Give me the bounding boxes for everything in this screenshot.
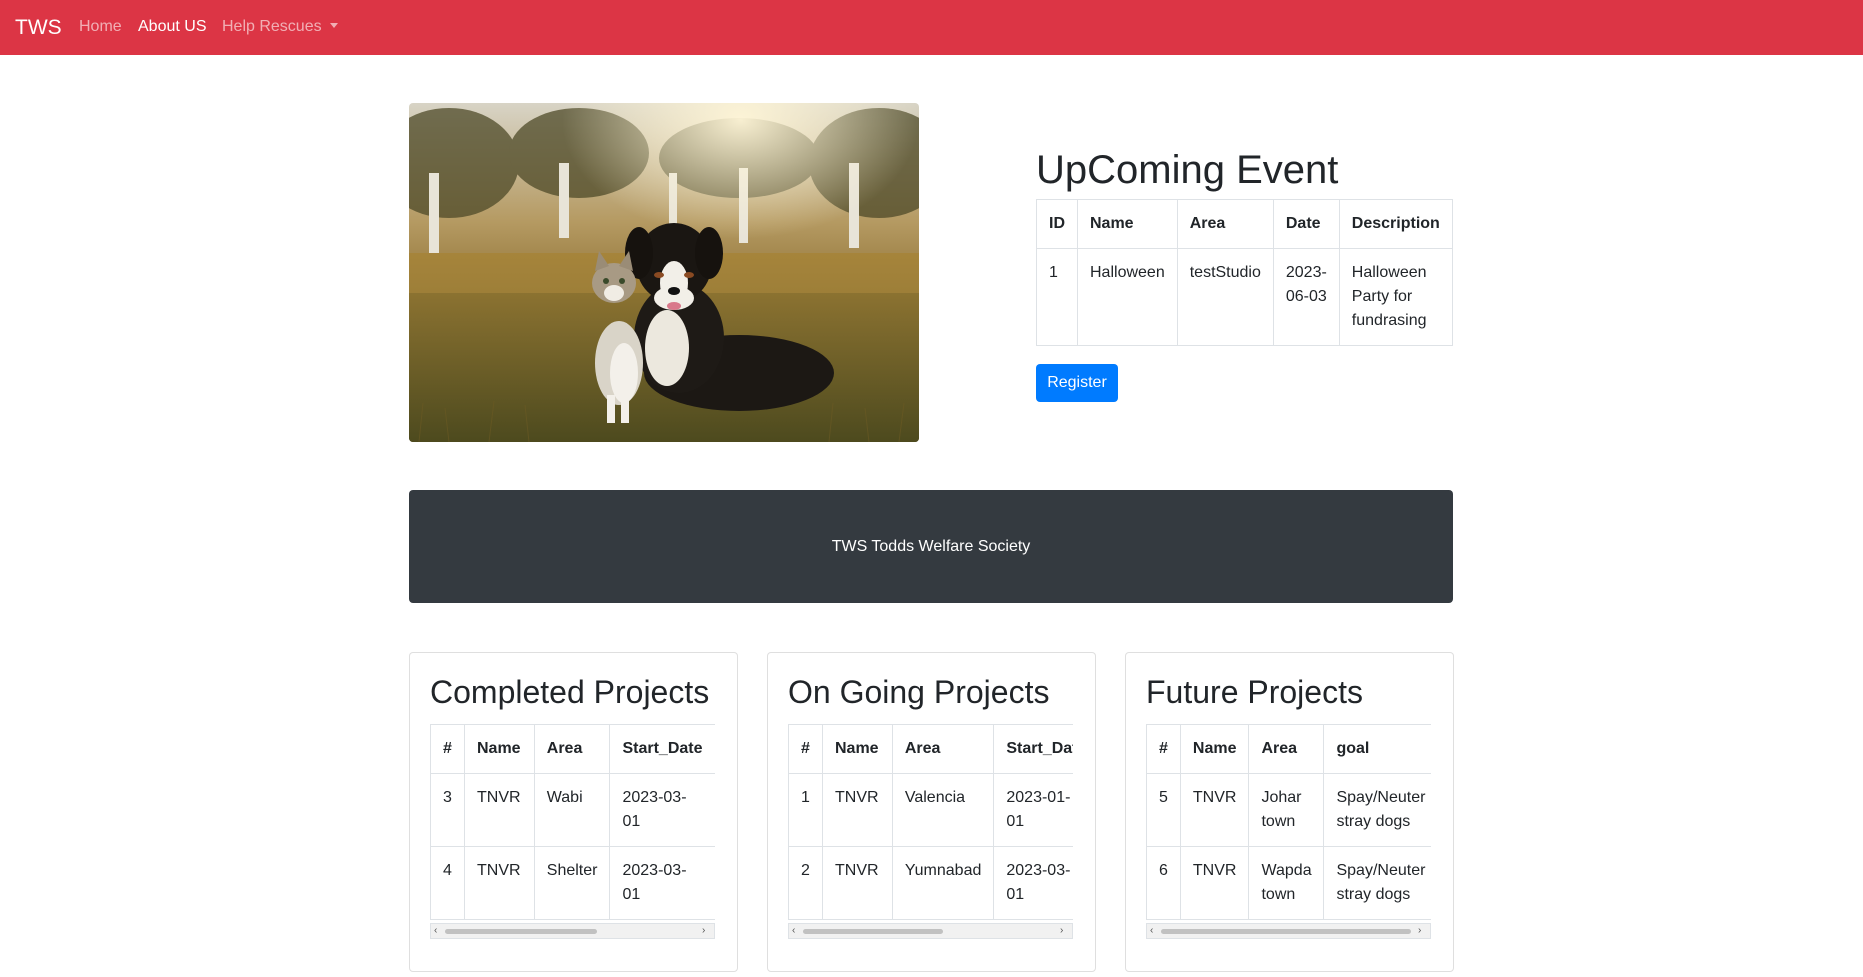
column-header-area: Area xyxy=(891,724,995,774)
cell-date: 2023-06-03 xyxy=(1272,248,1340,346)
table-scroll-container[interactable]: # Name Area Start_Date 3 TNVR Wabi 2023-… xyxy=(430,724,715,939)
cell-goal: Spay/Neuter stray dogs xyxy=(1323,773,1431,847)
column-header-name: Name xyxy=(1077,199,1178,249)
column-header-start-date: Start_Date xyxy=(609,724,715,774)
card-title: On Going Projects xyxy=(788,674,1050,710)
horizontal-scrollbar[interactable]: ‹ › xyxy=(788,923,1073,939)
column-header-description: Description xyxy=(1338,199,1453,249)
chevron-right-icon[interactable]: › xyxy=(702,926,710,936)
cell-number: 6 xyxy=(1146,846,1181,920)
cell-number: 3 xyxy=(430,773,465,847)
chevron-left-icon[interactable]: ‹ xyxy=(1150,926,1158,936)
caret-down-icon xyxy=(329,23,338,28)
table-row: 6 TNVR Wapda town Spay/Neuter stray dogs xyxy=(1146,846,1431,920)
table-row: 3 TNVR Wabi 2023-03-01 xyxy=(430,773,715,847)
cell-start-date: 2023-03-01 xyxy=(609,846,715,920)
cell-name: TNVR xyxy=(821,773,893,847)
cell-start-date: 2023-03-01 xyxy=(993,846,1073,920)
nav-link-help-rescues-label: Help Rescues xyxy=(222,18,322,35)
table-header-row: ID Name Area Date Description xyxy=(1036,199,1453,249)
table-scroll-container[interactable]: # Name Area goal 5 TNVR Johar town Spay/… xyxy=(1146,724,1431,939)
column-header-area: Area xyxy=(1248,724,1325,774)
cell-name: TNVR xyxy=(463,773,535,847)
chevron-left-icon[interactable]: ‹ xyxy=(434,926,442,936)
nav-link-help-rescues-dropdown[interactable]: Help Rescues xyxy=(222,17,338,37)
table-header-row: # Name Area Start_Date xyxy=(430,724,715,774)
scrollbar-thumb[interactable] xyxy=(803,929,943,934)
chevron-right-icon[interactable]: › xyxy=(1060,926,1068,936)
cell-area: Wapda town xyxy=(1248,846,1325,920)
cell-goal: Spay/Neuter stray dogs xyxy=(1323,846,1431,920)
navbar: TWS Home About US Help Rescues xyxy=(0,0,1863,55)
upcoming-event-table: ID Name Area Date Description 1 Hallowee… xyxy=(1036,199,1453,346)
scrollbar-thumb[interactable] xyxy=(445,929,597,934)
cell-number: 2 xyxy=(788,846,823,920)
cell-name: Halloween xyxy=(1077,248,1178,346)
cell-id: 1 xyxy=(1036,248,1078,346)
column-header-name: Name xyxy=(821,724,893,774)
card-title: Future Projects xyxy=(1146,674,1363,710)
column-header-goal: goal xyxy=(1323,724,1431,774)
table-header-row: # Name Area goal xyxy=(1146,724,1431,774)
cell-name: TNVR xyxy=(463,846,535,920)
column-header-area: Area xyxy=(533,724,611,774)
table-row: 2 TNVR Yumnabad 2023-03-01 xyxy=(788,846,1073,920)
completed-projects-card: Completed Projects # Name Area Start_Dat… xyxy=(409,652,738,972)
ongoing-projects-card: On Going Projects # Name Area Start_Date… xyxy=(767,652,1096,972)
future-projects-table: # Name Area goal 5 TNVR Johar town Spay/… xyxy=(1146,724,1431,920)
nav-link-about-us[interactable]: About US xyxy=(138,17,206,37)
column-header-number: # xyxy=(430,724,465,774)
ongoing-projects-table: # Name Area Start_Date 1 TNVR Valencia 2… xyxy=(788,724,1073,920)
completed-projects-table: # Name Area Start_Date 3 TNVR Wabi 2023-… xyxy=(430,724,715,920)
table-row: 5 TNVR Johar town Spay/Neuter stray dogs xyxy=(1146,773,1431,847)
table-row: 1 TNVR Valencia 2023-01-01 xyxy=(788,773,1073,847)
column-header-name: Name xyxy=(463,724,535,774)
scrollbar-thumb[interactable] xyxy=(1161,929,1411,934)
column-header-area: Area xyxy=(1176,199,1274,249)
banner-text: TWS Todds Welfare Society xyxy=(831,537,1031,555)
cell-number: 1 xyxy=(788,773,823,847)
cell-area: Valencia xyxy=(891,773,995,847)
cell-name: TNVR xyxy=(1179,773,1250,847)
column-header-date: Date xyxy=(1272,199,1340,249)
cell-area: Shelter xyxy=(533,846,611,920)
card-title: Completed Projects xyxy=(430,674,710,710)
cell-start-date: 2023-01-01 xyxy=(993,773,1073,847)
cell-name: TNVR xyxy=(1179,846,1250,920)
cell-area: Yumnabad xyxy=(891,846,995,920)
column-header-name: Name xyxy=(1179,724,1250,774)
cell-number: 5 xyxy=(1146,773,1181,847)
brand-logo[interactable]: TWS xyxy=(15,15,62,41)
cell-area: Johar town xyxy=(1248,773,1325,847)
table-row: 1 Halloween testStudio 2023-06-03 Hallow… xyxy=(1036,248,1453,346)
table-scroll-container[interactable]: # Name Area Start_Date 1 TNVR Valencia 2… xyxy=(788,724,1073,939)
chevron-left-icon[interactable]: ‹ xyxy=(792,926,800,936)
table-header-row: # Name Area Start_Date xyxy=(788,724,1073,774)
cell-description: Halloween Party for fundrasing xyxy=(1338,248,1453,346)
horizontal-scrollbar[interactable]: ‹ › xyxy=(430,923,715,939)
table-row: 4 TNVR Shelter 2023-03-01 xyxy=(430,846,715,920)
register-button[interactable]: Register xyxy=(1036,364,1118,402)
cell-area: testStudio xyxy=(1176,248,1274,346)
upcoming-event-title: UpComing Event xyxy=(1036,148,1339,192)
column-header-number: # xyxy=(788,724,823,774)
cell-name: TNVR xyxy=(821,846,893,920)
column-header-number: # xyxy=(1146,724,1181,774)
cell-area: Wabi xyxy=(533,773,611,847)
cell-start-date: 2023-03-01 xyxy=(609,773,715,847)
horizontal-scrollbar[interactable]: ‹ › xyxy=(1146,923,1431,939)
chevron-right-icon[interactable]: › xyxy=(1418,926,1426,936)
hero-image-cat-and-dog xyxy=(409,103,919,442)
cell-number: 4 xyxy=(430,846,465,920)
future-projects-card: Future Projects # Name Area goal 5 TNVR … xyxy=(1125,652,1454,972)
column-header-id: ID xyxy=(1036,199,1078,249)
nav-link-home[interactable]: Home xyxy=(79,17,122,37)
column-header-start-date: Start_Date xyxy=(993,724,1073,774)
society-banner: TWS Todds Welfare Society xyxy=(409,490,1453,603)
